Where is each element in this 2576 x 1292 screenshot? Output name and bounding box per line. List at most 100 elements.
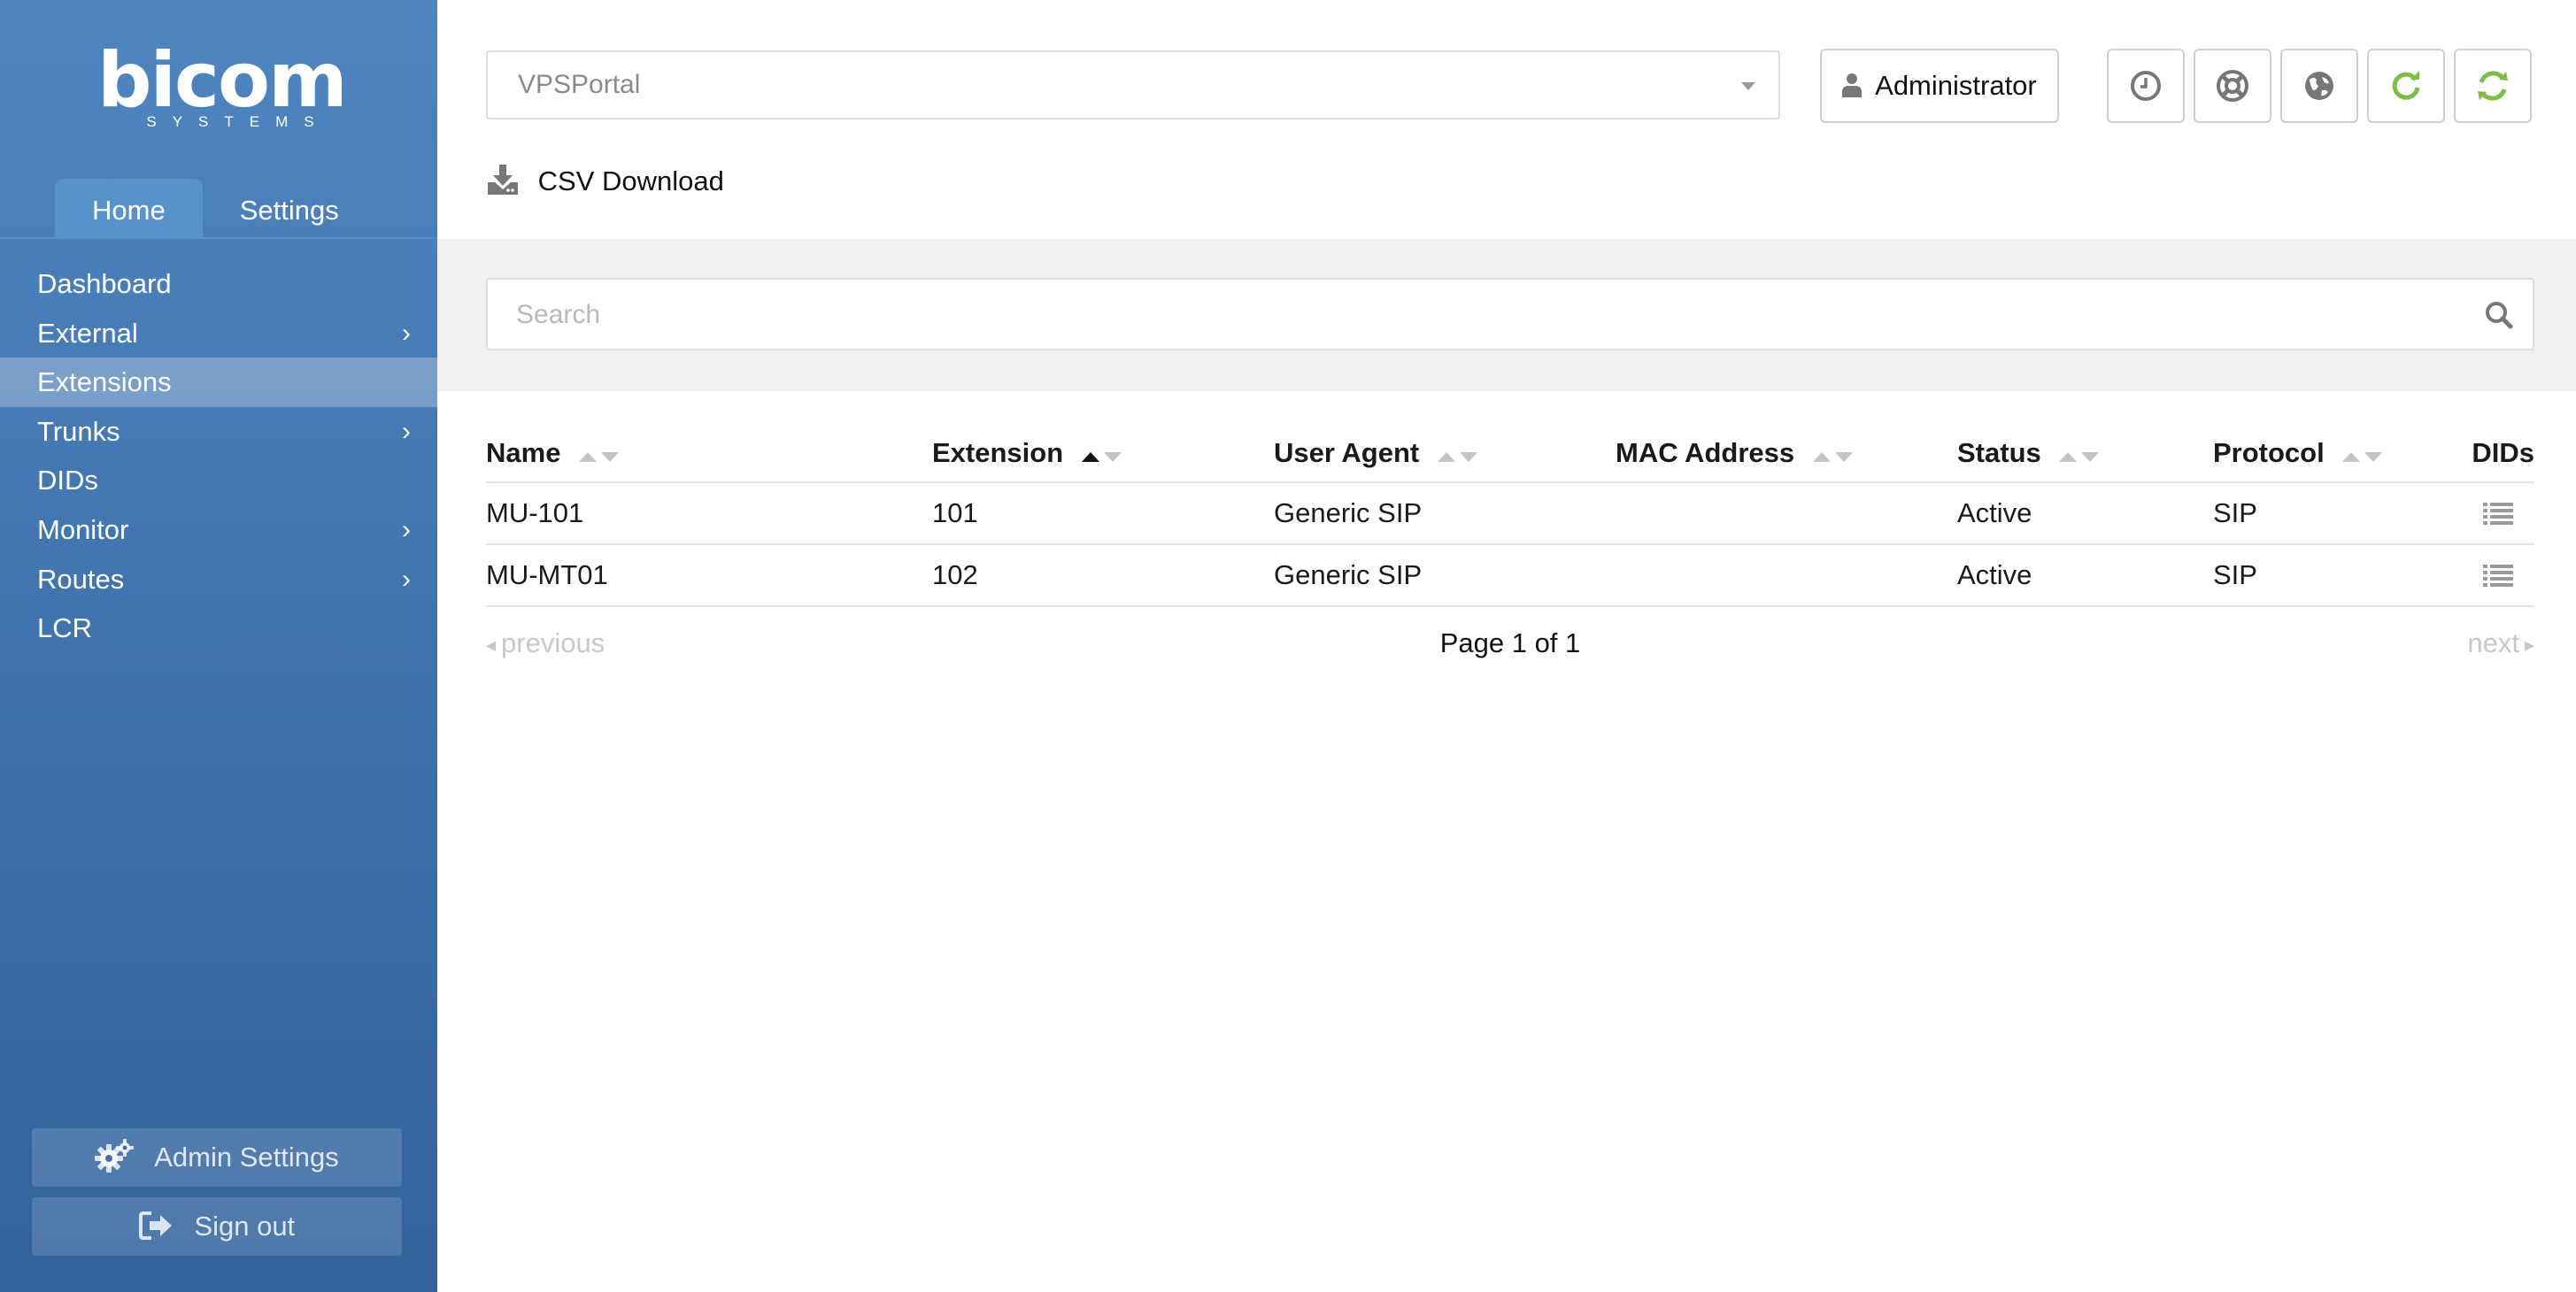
sort-icon: [2059, 425, 2100, 481]
chevron-right-icon: ›: [402, 416, 411, 446]
previous-page-button[interactable]: ◂ previous: [486, 619, 605, 669]
cell-status: Active: [1957, 497, 2032, 528]
column-label: MAC Address: [1616, 437, 1795, 468]
reload-button[interactable]: [2367, 49, 2445, 123]
column-header-protocol[interactable]: Protocol: [2213, 425, 2383, 481]
sign-out-icon: [138, 1211, 172, 1240]
sidebar: bicom SYSTEMS Home Settings Dashboard Ex…: [0, 0, 437, 1292]
previous-label: previous: [501, 627, 605, 658]
sort-icon: [1437, 425, 1477, 481]
sort-icon: [579, 425, 620, 481]
globe-icon: [2305, 72, 2333, 100]
admin-settings-button[interactable]: Admin Settings: [32, 1128, 402, 1187]
sidebar-item-label: DIDs: [37, 465, 98, 496]
sign-out-button[interactable]: Sign out: [32, 1197, 402, 1256]
chevron-right-icon: ›: [402, 564, 411, 594]
tab-underline: [0, 237, 437, 239]
sidebar-item-label: LCR: [37, 612, 93, 644]
sidebar-item-dids[interactable]: DIDs: [0, 456, 437, 505]
support-button[interactable]: [2194, 49, 2271, 123]
cell-protocol: SIP: [2213, 497, 2257, 528]
column-header-user-agent[interactable]: User Agent: [1274, 425, 1477, 481]
sidebar-item-label: Monitor: [37, 513, 129, 545]
administrator-label: Administrator: [1875, 70, 2037, 101]
cell-extension: 101: [932, 497, 978, 528]
caret-left-icon: ◂: [486, 633, 497, 656]
lifebuoy-icon: [2217, 70, 2248, 102]
csv-download-link[interactable]: CSV Download: [486, 159, 724, 204]
caret-right-icon: ▸: [2524, 633, 2534, 656]
reload-icon: [2392, 71, 2420, 100]
sidebar-item-lcr[interactable]: LCR: [0, 604, 437, 653]
cell-name: MU-MT01: [486, 559, 608, 590]
column-header-name[interactable]: Name: [486, 425, 620, 481]
column-label: Protocol: [2213, 437, 2325, 468]
cell-protocol: SIP: [2213, 559, 2257, 590]
table-header: Name Extension User Agent MAC Address St…: [486, 425, 2534, 481]
column-header-status[interactable]: Status: [1957, 425, 2100, 481]
sidebar-item-extensions[interactable]: Extensions: [0, 358, 437, 407]
caret-down-icon: [1741, 82, 1755, 90]
list-icon[interactable]: [2483, 503, 2513, 526]
column-header-mac-address[interactable]: MAC Address: [1616, 425, 1853, 481]
sidebar-item-monitor[interactable]: Monitor ›: [0, 505, 437, 555]
pagination: Page 1 of 1 ◂ previous next ▸: [486, 619, 2534, 667]
column-label: Extension: [932, 437, 1064, 468]
table-row[interactable]: MU-MT01 102 Generic SIP Active SIP: [486, 545, 2534, 605]
sidebar-item-label: Trunks: [37, 415, 120, 447]
clock-button[interactable]: [2107, 49, 2185, 123]
column-label: Status: [1957, 437, 2041, 468]
column-label: Name: [486, 437, 561, 468]
sort-icon: [2342, 425, 2383, 481]
next-page-button[interactable]: next ▸: [2467, 619, 2534, 669]
search-box: [486, 278, 2534, 350]
next-label: next: [2467, 627, 2519, 658]
page-info: Page 1 of 1: [1439, 627, 1581, 658]
sort-asc-icon: [1081, 425, 1122, 481]
column-label: DIDs: [2472, 437, 2534, 468]
sidebar-menu: Dashboard External › Extensions Trunks ›…: [0, 259, 437, 653]
column-header-dids: DIDs: [2472, 425, 2534, 481]
divider: [486, 605, 2534, 607]
table-row[interactable]: MU-101 101 Generic SIP Active SIP: [486, 483, 2534, 543]
bicom-logo: bicom SYSTEMS: [97, 36, 348, 131]
column-label: User Agent: [1274, 437, 1420, 468]
sync-icon: [2478, 71, 2508, 101]
language-button[interactable]: [2280, 49, 2358, 123]
sidebar-item-label: External: [37, 317, 138, 349]
cell-status: Active: [1957, 559, 2032, 590]
column-header-extension[interactable]: Extension: [932, 425, 1122, 481]
csv-download-label: CSV Download: [537, 165, 724, 196]
tab-home[interactable]: Home: [55, 179, 203, 239]
sidebar-item-label: Dashboard: [37, 268, 172, 299]
administrator-button[interactable]: Administrator: [1820, 49, 2059, 123]
sign-out-label: Sign out: [194, 1211, 296, 1242]
sidebar-item-label: Routes: [37, 563, 125, 595]
sidebar-item-dashboard[interactable]: Dashboard: [0, 259, 437, 309]
chevron-right-icon: ›: [402, 318, 411, 348]
list-icon[interactable]: [2483, 565, 2513, 588]
portal-select-value: VPSPortal: [518, 70, 641, 99]
portal-select[interactable]: VPSPortal: [486, 50, 1780, 119]
cell-name: MU-101: [486, 497, 584, 528]
sort-icon: [1812, 425, 1853, 481]
search-input[interactable]: [490, 281, 2483, 349]
sidebar-item-external[interactable]: External ›: [0, 309, 437, 358]
cell-extension: 102: [932, 559, 978, 590]
sidebar-item-trunks[interactable]: Trunks ›: [0, 407, 437, 457]
sync-button[interactable]: [2454, 49, 2532, 123]
sidebar-tabs: Home Settings: [55, 179, 376, 239]
admin-settings-label: Admin Settings: [154, 1142, 339, 1173]
cell-user-agent: Generic SIP: [1274, 559, 1423, 590]
clock-icon: [2131, 71, 2161, 101]
chevron-right-icon: ›: [402, 514, 411, 544]
logo-word: bicom: [97, 36, 348, 125]
sidebar-item-label: Extensions: [37, 366, 172, 398]
sidebar-item-routes[interactable]: Routes ›: [0, 555, 437, 604]
gears-icon: [95, 1138, 135, 1173]
search-icon[interactable]: [2485, 301, 2513, 329]
user-icon: [1842, 73, 1863, 97]
download-icon: [488, 164, 518, 195]
cell-user-agent: Generic SIP: [1274, 497, 1423, 528]
tab-settings[interactable]: Settings: [203, 179, 376, 239]
